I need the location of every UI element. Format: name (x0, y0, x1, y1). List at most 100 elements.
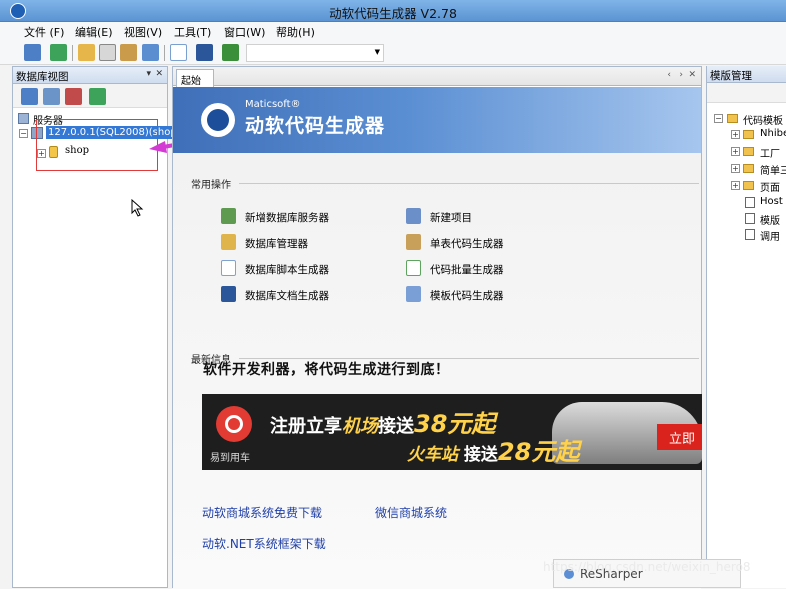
tab-strip: 起始页 ‹ › ✕ (173, 67, 701, 102)
menu-view[interactable]: 视图(V) (124, 24, 162, 40)
highlight-box (36, 119, 158, 171)
op-batch-generator[interactable]: 代码批量生成器 (406, 260, 586, 278)
op-db-manager[interactable]: 数据库管理器 (221, 234, 401, 252)
tree-item-page[interactable]: 页面 (760, 179, 780, 194)
folder-icon (743, 164, 754, 173)
connect-server-icon[interactable] (24, 44, 41, 61)
add-server-icon (221, 208, 236, 224)
template-file-icon (745, 197, 755, 208)
code-icon[interactable] (78, 44, 95, 61)
template-icon (406, 286, 421, 302)
disconnect-icon[interactable] (65, 88, 82, 105)
refresh-icon[interactable] (89, 88, 106, 105)
toolbar-separator (164, 45, 165, 61)
maticsoft-logo (201, 103, 235, 137)
toolbar: ▼ (0, 41, 786, 65)
tree-item-host[interactable]: Host (760, 196, 783, 207)
pin-icon[interactable]: ▾ (146, 69, 151, 79)
toolbar-combo[interactable]: ▼ (246, 44, 384, 62)
tab-close-icon[interactable]: ✕ (688, 70, 696, 80)
folder-icon (743, 147, 754, 156)
tree-item-nhibernate[interactable]: Nhibe (760, 128, 786, 139)
refresh-icon[interactable] (50, 44, 67, 61)
menu-window[interactable]: 窗口(W) (224, 24, 265, 40)
section-common-ops: 常用操作 (191, 180, 231, 191)
script-icon (221, 260, 236, 276)
tree-code-templates[interactable]: 代码模板 (743, 112, 783, 127)
folder-icon (743, 181, 754, 190)
expand-icon[interactable]: + (731, 181, 740, 190)
db-manager-icon (221, 234, 236, 250)
folder-icon (727, 114, 738, 123)
database-view-panel: 数据库视图 ▾ ✕ 服务器 − 127.0.0.1(SQL2008)(shop … (12, 66, 222, 588)
op-add-db-server[interactable]: 新增数据库服务器 (221, 208, 401, 226)
mouse-cursor (131, 199, 144, 217)
tab-left-icon[interactable]: ‹ (667, 70, 671, 80)
op-single-table[interactable]: 单表代码生成器 (406, 234, 586, 252)
connect-icon[interactable] (43, 88, 60, 105)
menu-tools[interactable]: 工具(T) (174, 24, 211, 40)
panel-toolbar (13, 84, 167, 108)
menu-file[interactable]: 文件 (F) (24, 24, 64, 40)
menu-edit[interactable]: 编辑(E) (75, 24, 113, 40)
template-manager-panel: 模版管理 − 代码模板 + Nhibe + 工厂 + 简单三 + 页面 Host… (706, 66, 786, 588)
template-file-icon (745, 213, 755, 224)
folder-icon (743, 130, 754, 139)
title-bar: 动软代码生成器 V2.78 (0, 0, 786, 22)
template-file-icon (745, 229, 755, 240)
panel-header: 模版管理 (707, 66, 786, 83)
close-icon[interactable]: ✕ (155, 69, 163, 79)
toolbar-separator (72, 45, 73, 61)
word-doc-icon (221, 286, 236, 302)
menu-help[interactable]: 帮助(H) (276, 24, 315, 40)
op-template-generator[interactable]: 模板代码生成器 (406, 286, 586, 304)
window-title: 动软代码生成器 V2.78 (329, 6, 457, 21)
panel-title: 数据库视图 (16, 71, 69, 83)
document-area: 起始页 ‹ › ✕ Maticsoft® 动软代码生成器 常用操作 新增数据库服… (172, 66, 702, 589)
expand-icon[interactable]: + (731, 130, 740, 139)
ad-brand: 易到用车 (210, 453, 250, 464)
batch-icon[interactable] (142, 44, 159, 61)
op-db-doc[interactable]: 数据库文档生成器 (221, 286, 401, 304)
expand-icon[interactable]: + (731, 164, 740, 173)
exit-icon[interactable] (222, 44, 239, 61)
op-new-project[interactable]: 新建项目 (406, 208, 586, 226)
link-net-framework[interactable]: 动软.NET系统框架下载 (202, 535, 326, 552)
collapse-icon[interactable]: − (19, 129, 28, 138)
collapse-icon[interactable]: − (714, 114, 723, 123)
single-table-icon (406, 234, 421, 250)
yidao-logo (216, 406, 252, 442)
tree-item-factory[interactable]: 工厂 (760, 145, 780, 160)
tab-right-icon[interactable]: › (679, 70, 683, 80)
ad-line-2: 火车站 接送28元起 (407, 438, 580, 466)
server-group-icon (18, 113, 29, 124)
watermark: https://blog.csdn.net/weixin_hero8 (543, 560, 751, 574)
ad-banner[interactable]: 易到用车 注册立享机场接送38元起 火车站 接送28元起 立即 (202, 394, 702, 470)
batch-icon (406, 260, 421, 276)
tree-item-template[interactable]: 模版 (760, 212, 780, 227)
banner: Maticsoft® 动软代码生成器 (173, 87, 701, 153)
tree-item-call[interactable]: 调用 (760, 228, 780, 243)
section-divider (239, 183, 699, 184)
tab-start-page[interactable]: 起始页 (176, 69, 214, 102)
new-project-icon (406, 208, 421, 224)
document-icon[interactable] (99, 44, 116, 61)
expand-icon[interactable]: + (731, 147, 740, 156)
tree-item-simple[interactable]: 简单三 (760, 162, 786, 177)
chevron-down-icon: ▼ (374, 48, 380, 56)
link-mall-download[interactable]: 动软商城系统免费下载 (202, 504, 322, 521)
new-file-icon[interactable] (170, 44, 187, 61)
op-db-script[interactable]: 数据库脚本生成器 (221, 260, 401, 278)
panel-header: 数据库视图 ▾ ✕ (13, 67, 167, 84)
panel-title: 模版管理 (710, 70, 752, 82)
slogan: 软件开发利器，将代码生成进行到底！ (203, 362, 450, 378)
panel-toolbar (707, 83, 786, 103)
add-server-icon[interactable] (21, 88, 38, 105)
link-wechat-mall[interactable]: 微信商城系统 (375, 504, 447, 521)
banner-title: 动软代码生成器 (245, 115, 386, 137)
template-icon[interactable] (120, 44, 137, 61)
menu-bar: 文件 (F) 编辑(E) 视图(V) 工具(T) 窗口(W) 帮助(H) (0, 22, 786, 41)
ad-cta-button[interactable]: 立即 (657, 424, 702, 450)
banner-brand: Maticsoft® (245, 99, 301, 110)
word-icon[interactable] (196, 44, 213, 61)
